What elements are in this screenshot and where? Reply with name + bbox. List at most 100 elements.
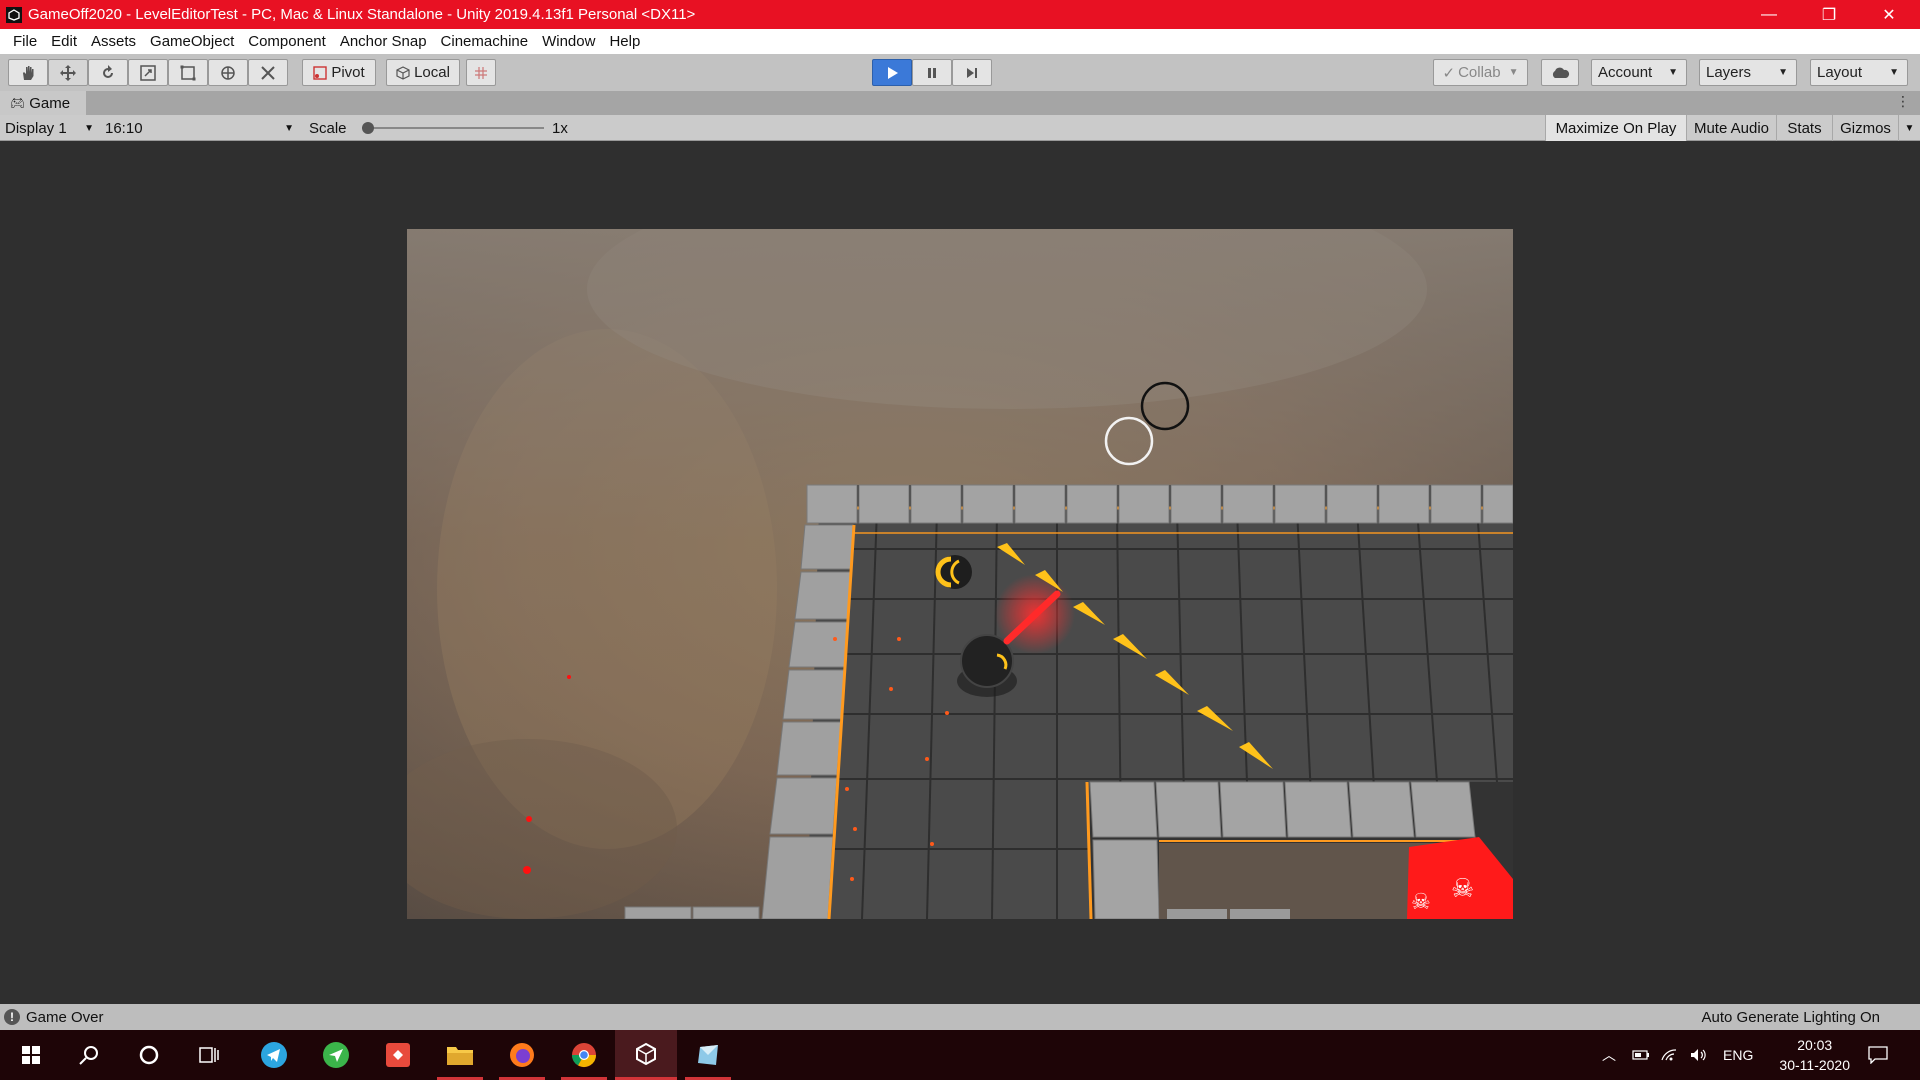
collab-label: Collab <box>1458 64 1501 81</box>
rotate-tool-button[interactable] <box>88 59 128 86</box>
move-tool-button[interactable] <box>48 59 88 86</box>
maximize-on-play-toggle[interactable]: Maximize On Play <box>1545 115 1686 141</box>
tab-game-label: Game <box>29 94 71 112</box>
grid-snap-button[interactable] <box>466 59 496 86</box>
pause-button[interactable] <box>912 59 952 86</box>
main-toolbar: Pivot Local ✓ Collab ▼ Account ▼ Layers … <box>0 54 1920 91</box>
wifi-icon[interactable] <box>1660 1030 1678 1080</box>
clock-time: 20:03 <box>1797 1037 1833 1053</box>
scale-icon <box>140 64 156 81</box>
layers-label: Layers <box>1706 64 1752 81</box>
start-icon[interactable] <box>0 1030 62 1080</box>
display-label: Display 1 <box>5 119 67 137</box>
game-scene: ☠ ☠ <box>407 229 1513 919</box>
windows-taskbar: ︿ ENG 20:03 30-11-2020 <box>0 1030 1920 1080</box>
menu-edit[interactable]: Edit <box>44 33 84 50</box>
pivot-icon <box>313 65 328 80</box>
status-message[interactable]: Game Over <box>26 1009 104 1026</box>
clock[interactable]: 20:03 30-11-2020 <box>1779 1035 1850 1075</box>
chrome-icon[interactable] <box>553 1030 615 1080</box>
scale-tool-button[interactable] <box>128 59 168 86</box>
local-cube-icon <box>396 65 410 80</box>
play-button[interactable] <box>872 59 912 86</box>
pause-icon <box>928 67 936 78</box>
git-icon[interactable] <box>367 1030 429 1080</box>
skull-icon: ☠ <box>1451 874 1474 904</box>
pivot-label: Pivot <box>331 64 365 81</box>
chevron-down-icon: ▼ <box>1778 67 1788 78</box>
more-options-icon[interactable]: ⋮ <box>1896 93 1910 110</box>
stats-toggle[interactable]: Stats <box>1776 115 1832 141</box>
unity-logo-icon <box>6 6 22 23</box>
gizmos-dropdown-icon[interactable]: ▼ <box>1898 115 1920 141</box>
task-view-icon[interactable] <box>178 1030 240 1080</box>
play-icon <box>888 66 898 79</box>
show-hidden-icons[interactable]: ︿ <box>1602 1030 1616 1080</box>
menu-assets[interactable]: Assets <box>84 33 143 50</box>
custom-tool-button[interactable] <box>248 59 288 86</box>
account-label: Account <box>1598 64 1653 81</box>
tools-icon <box>261 65 275 80</box>
lighting-status[interactable]: Auto Generate Lighting On <box>1702 1009 1880 1026</box>
pivot-toggle[interactable]: Pivot <box>302 59 376 86</box>
hand-icon <box>23 65 34 80</box>
menu-cinemachine[interactable]: Cinemachine <box>434 33 536 50</box>
menu-bar: File Edit Assets GameObject Component An… <box>0 29 1920 54</box>
skull-icon: ☠ <box>1411 890 1431 915</box>
menu-anchor-snap[interactable]: Anchor Snap <box>333 33 434 50</box>
cloud-button[interactable] <box>1541 59 1579 86</box>
move-icon <box>60 64 76 81</box>
telegram-icon[interactable] <box>243 1030 305 1080</box>
collab-dropdown[interactable]: ✓ Collab ▼ <box>1433 59 1528 86</box>
info-icon: ! <box>4 1009 20 1025</box>
menu-component[interactable]: Component <box>241 33 333 50</box>
layers-dropdown[interactable]: Layers ▼ <box>1699 59 1797 86</box>
local-label: Local <box>414 64 450 81</box>
unity-icon[interactable] <box>615 1030 677 1080</box>
rect-icon <box>180 65 196 80</box>
menu-file[interactable]: File <box>6 33 44 50</box>
volume-icon[interactable] <box>1690 1030 1708 1080</box>
check-icon: ✓ <box>1442 64 1456 82</box>
game-view[interactable]: ☠ ☠ <box>407 229 1513 919</box>
app-icon[interactable] <box>677 1030 739 1080</box>
rect-tool-button[interactable] <box>168 59 208 86</box>
minimize-button[interactable]: — <box>1740 0 1798 29</box>
step-button[interactable] <box>952 59 992 86</box>
restore-button[interactable]: ❐ <box>1800 0 1858 29</box>
chevron-down-icon: ▼ <box>1889 67 1899 78</box>
transform-tool-button[interactable] <box>208 59 248 86</box>
step-icon <box>967 67 977 78</box>
chevron-down-icon: ▼ <box>1668 67 1678 78</box>
local-toggle[interactable]: Local <box>386 59 460 86</box>
scale-slider-thumb[interactable] <box>362 122 374 134</box>
search-icon[interactable] <box>58 1030 120 1080</box>
firefox-icon[interactable] <box>491 1030 553 1080</box>
notifications-icon[interactable] <box>1868 1030 1888 1080</box>
display-dropdown[interactable]: Display 1 ▼ <box>0 117 98 139</box>
language-indicator[interactable]: ENG <box>1723 1030 1753 1080</box>
tab-game[interactable]: 🎮︎ Game <box>0 91 86 115</box>
messenger-icon[interactable] <box>305 1030 367 1080</box>
account-dropdown[interactable]: Account ▼ <box>1591 59 1687 86</box>
game-view-toolbar: Display 1 ▼ 16:10 ▼ Scale 1x Maximize On… <box>0 115 1920 141</box>
cortana-icon[interactable] <box>118 1030 180 1080</box>
scale-label: Scale <box>309 119 347 137</box>
grid-icon <box>475 66 487 79</box>
scale-value: 1x <box>552 119 568 137</box>
layout-dropdown[interactable]: Layout ▼ <box>1810 59 1908 86</box>
menu-gameobject[interactable]: GameObject <box>143 33 241 50</box>
file-explorer-icon[interactable] <box>429 1030 491 1080</box>
chevron-down-icon: ▼ <box>1508 67 1519 78</box>
close-button[interactable]: ✕ <box>1860 0 1918 29</box>
aspect-dropdown[interactable]: 16:10 ▼ <box>100 117 298 139</box>
tab-bar: 🎮︎ Game ⋮ <box>0 91 1920 115</box>
hand-tool-button[interactable] <box>8 59 48 86</box>
chevron-down-icon: ▼ <box>284 122 294 134</box>
menu-help[interactable]: Help <box>602 33 647 50</box>
battery-icon[interactable] <box>1632 1030 1650 1080</box>
gizmos-toggle[interactable]: Gizmos <box>1832 115 1898 141</box>
scale-slider-track[interactable] <box>362 122 544 134</box>
mute-audio-toggle[interactable]: Mute Audio <box>1686 115 1776 141</box>
menu-window[interactable]: Window <box>535 33 602 50</box>
